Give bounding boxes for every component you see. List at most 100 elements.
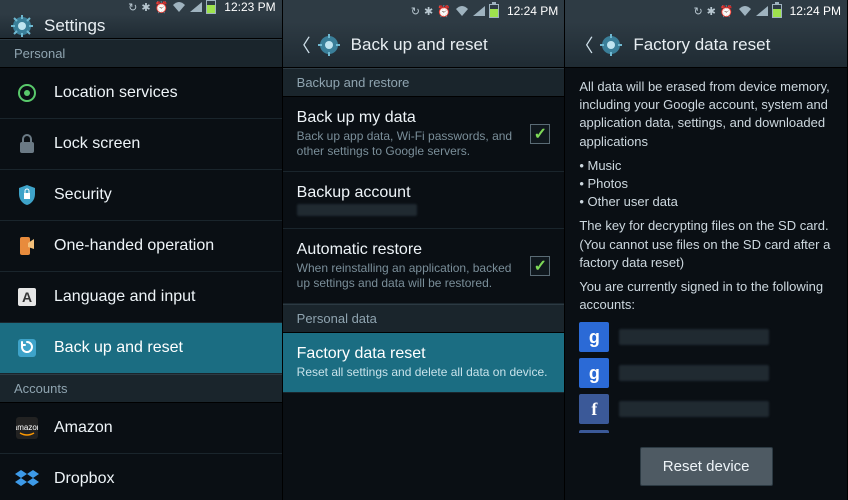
warning-text-2: The key for decrypting files on the SD c… bbox=[579, 217, 833, 272]
hand-icon bbox=[14, 233, 40, 259]
sync-icon: ↻ bbox=[411, 5, 420, 18]
item-label: Back up my data bbox=[297, 109, 517, 127]
signal-icon bbox=[756, 6, 768, 16]
alarm-icon: ⏰ bbox=[155, 1, 169, 14]
checkbox-auto-restore[interactable] bbox=[530, 256, 550, 276]
item-backup-my-data[interactable]: Back up my data Back up app data, Wi-Fi … bbox=[283, 97, 565, 172]
item-label: Factory data reset bbox=[297, 345, 551, 363]
bullet-music: Music bbox=[579, 157, 833, 175]
amazon-icon: amazon bbox=[14, 415, 40, 441]
item-location-services[interactable]: Location services bbox=[0, 68, 282, 119]
dropbox-icon bbox=[14, 466, 40, 492]
status-bar: ↻ ✱ ⏰ 12:23 PM bbox=[0, 0, 282, 14]
settings-gear-icon bbox=[317, 33, 341, 57]
item-one-handed[interactable]: One-handed operation bbox=[0, 221, 282, 272]
reset-content: All data will be erased from device memo… bbox=[565, 68, 847, 433]
settings-gear-icon bbox=[599, 33, 623, 57]
item-label: Lock screen bbox=[54, 135, 268, 153]
account-row: g bbox=[579, 322, 833, 352]
clock: 12:23 PM bbox=[224, 0, 275, 14]
sync-icon: ↻ bbox=[693, 5, 702, 18]
backup-icon bbox=[14, 335, 40, 361]
screen-backup-reset: ↻ ✱ ⏰ 12:24 PM 〈 Back up and reset Backu… bbox=[283, 0, 566, 500]
section-header-personal-data: Personal data bbox=[283, 304, 565, 333]
item-label: One-handed operation bbox=[54, 237, 268, 255]
bullet-photos: Photos bbox=[579, 175, 833, 193]
item-description bbox=[297, 204, 551, 216]
status-bar: ↻ ✱ ⏰ 12:24 PM bbox=[283, 0, 565, 22]
account-name-redacted bbox=[619, 365, 769, 381]
svg-text:amazon: amazon bbox=[16, 423, 38, 432]
button-bar: Reset device bbox=[565, 433, 847, 500]
item-label: Dropbox bbox=[54, 470, 268, 488]
google-icon: g bbox=[579, 322, 609, 352]
item-label: Automatic restore bbox=[297, 241, 517, 259]
svg-text:A: A bbox=[22, 289, 32, 305]
item-label: Location services bbox=[54, 84, 268, 102]
checkbox-backup-data[interactable] bbox=[530, 124, 550, 144]
warning-text-1: All data will be erased from device memo… bbox=[579, 78, 833, 151]
item-backup-account[interactable]: Backup account bbox=[283, 172, 565, 229]
battery-icon bbox=[489, 4, 499, 18]
signal-icon bbox=[190, 2, 202, 12]
item-description: Back up app data, Wi-Fi passwords, and o… bbox=[297, 129, 517, 159]
clock: 12:24 PM bbox=[790, 4, 841, 18]
item-label: Backup account bbox=[297, 184, 551, 202]
signal-icon bbox=[473, 6, 485, 16]
shield-icon bbox=[14, 182, 40, 208]
page-title: Settings bbox=[44, 16, 105, 36]
wifi-icon bbox=[455, 6, 469, 16]
account-name-redacted bbox=[619, 401, 769, 417]
item-factory-data-reset[interactable]: Factory data reset Reset all settings an… bbox=[283, 333, 565, 393]
facebook-icon: f bbox=[579, 394, 609, 424]
item-label: Amazon bbox=[54, 419, 268, 437]
battery-icon bbox=[772, 4, 782, 18]
item-language-input[interactable]: A Language and input bbox=[0, 272, 282, 323]
reset-device-button[interactable]: Reset device bbox=[640, 447, 773, 486]
bluetooth-icon: ✱ bbox=[424, 5, 433, 18]
app-bar[interactable]: 〈 Factory data reset bbox=[565, 22, 847, 68]
item-automatic-restore[interactable]: Automatic restore When reinstalling an a… bbox=[283, 229, 565, 304]
wifi-icon bbox=[738, 6, 752, 16]
lock-icon bbox=[14, 131, 40, 157]
settings-gear-icon bbox=[10, 14, 34, 38]
location-icon bbox=[14, 80, 40, 106]
alarm-icon: ⏰ bbox=[437, 5, 451, 18]
section-header-personal: Personal bbox=[0, 39, 282, 68]
clock: 12:24 PM bbox=[507, 4, 558, 18]
item-backup-reset[interactable]: Back up and reset bbox=[0, 323, 282, 374]
screen-factory-reset: ↻ ✱ ⏰ 12:24 PM 〈 Factory data reset All … bbox=[565, 0, 848, 500]
page-title: Back up and reset bbox=[351, 35, 488, 55]
warning-text-3: You are currently signed in to the follo… bbox=[579, 278, 833, 314]
screen-settings: ↻ ✱ ⏰ 12:23 PM Settings Personal Locatio… bbox=[0, 0, 283, 500]
bullet-other: Other user data bbox=[579, 193, 833, 211]
google-icon: g bbox=[579, 358, 609, 388]
item-security[interactable]: Security bbox=[0, 170, 282, 221]
item-label: Language and input bbox=[54, 288, 268, 306]
back-icon[interactable]: 〈 bbox=[293, 32, 311, 58]
alarm-icon: ⏰ bbox=[720, 5, 734, 18]
app-bar[interactable]: 〈 Back up and reset bbox=[283, 22, 565, 68]
account-row: f bbox=[579, 394, 833, 424]
item-description: When reinstalling an application, backed… bbox=[297, 261, 517, 291]
item-lock-screen[interactable]: Lock screen bbox=[0, 119, 282, 170]
app-bar: Settings bbox=[0, 14, 282, 39]
account-name-redacted bbox=[619, 329, 769, 345]
item-label: Back up and reset bbox=[54, 339, 268, 357]
battery-icon bbox=[206, 0, 216, 14]
language-icon: A bbox=[14, 284, 40, 310]
page-title: Factory data reset bbox=[633, 35, 770, 55]
account-row: g bbox=[579, 358, 833, 388]
bullet-list: Music Photos Other user data bbox=[579, 157, 833, 212]
item-dropbox[interactable]: Dropbox bbox=[0, 454, 282, 500]
wifi-icon bbox=[172, 2, 186, 12]
item-amazon[interactable]: amazon Amazon bbox=[0, 403, 282, 454]
back-icon[interactable]: 〈 bbox=[575, 32, 593, 58]
bluetooth-icon: ✱ bbox=[707, 5, 716, 18]
item-description: Reset all settings and delete all data o… bbox=[297, 365, 551, 380]
item-label: Security bbox=[54, 186, 268, 204]
status-bar: ↻ ✱ ⏰ 12:24 PM bbox=[565, 0, 847, 22]
bluetooth-icon: ✱ bbox=[141, 1, 150, 14]
sync-icon: ↻ bbox=[128, 1, 137, 14]
section-header-accounts: Accounts bbox=[0, 374, 282, 403]
